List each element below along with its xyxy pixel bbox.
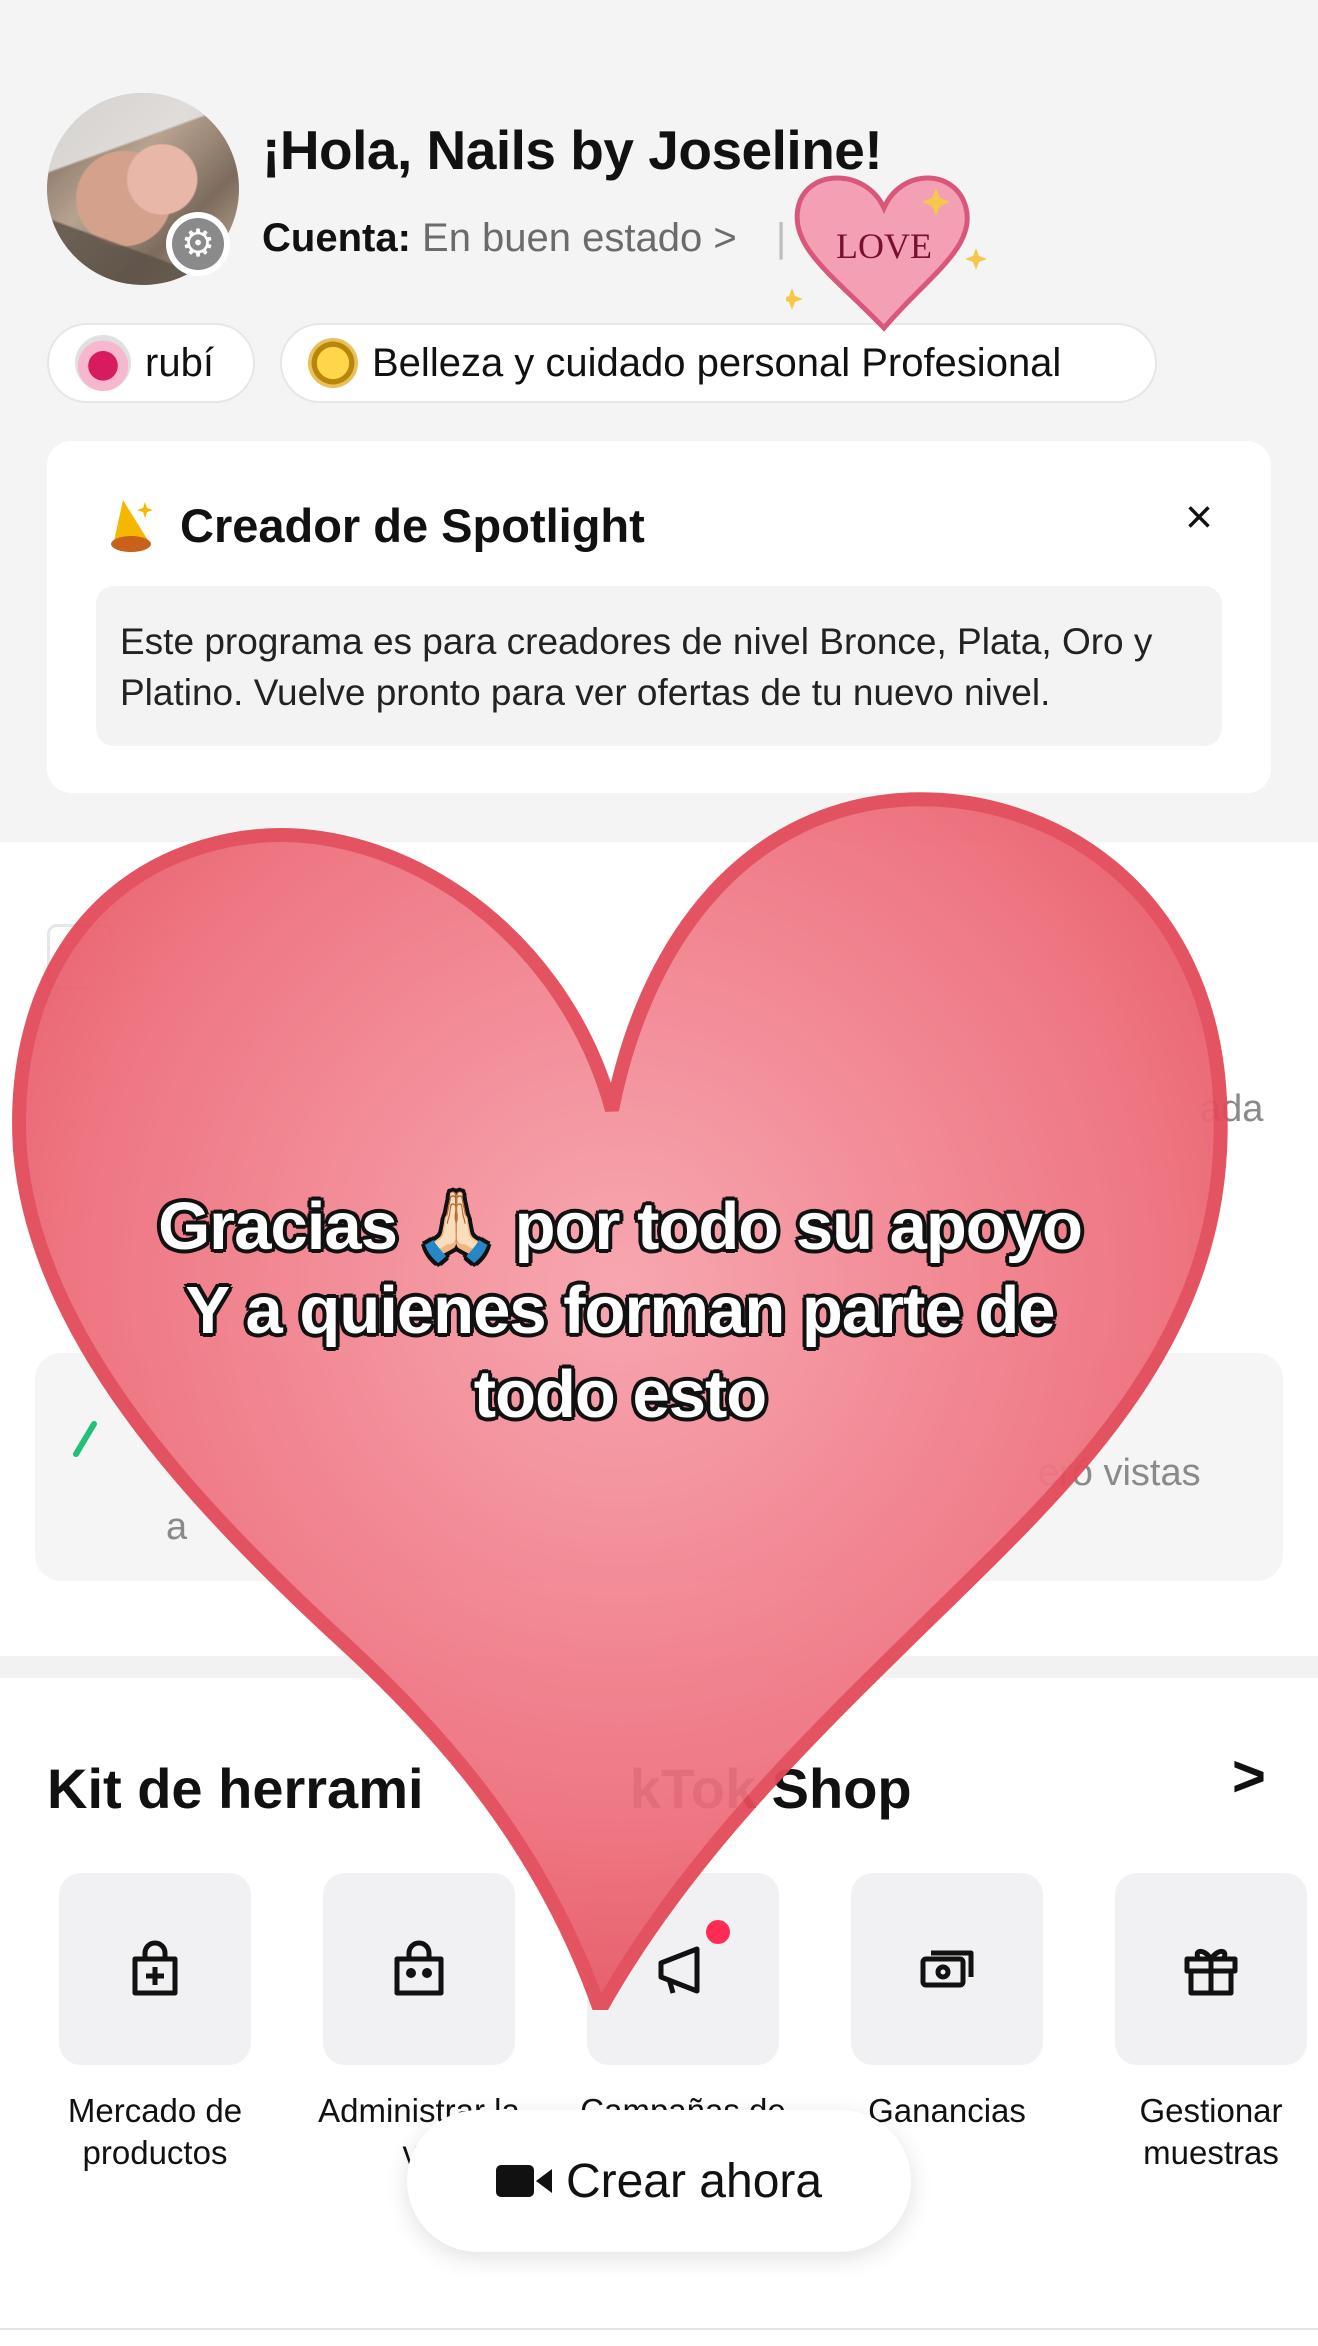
category-label: Belleza y cuidado personal Profesional xyxy=(372,340,1062,385)
spotlight-title: Creador de Spotlight xyxy=(180,499,645,552)
bottom-nav-border xyxy=(0,2328,1318,2330)
spotlight-message: Este programa es para creadores de nivel… xyxy=(96,586,1222,746)
overlay-caption: Gracias 🙏🏻 por todo su apoyo Y a quienes… xyxy=(158,1189,1083,1432)
video-camera-icon xyxy=(495,2165,552,2197)
gear-icon: ⚙ xyxy=(172,218,224,270)
category-badge[interactable]: Belleza y cuidado personal Profesional xyxy=(280,323,1157,403)
settings-button[interactable]: ⚙ xyxy=(166,212,230,276)
ruby-icon xyxy=(75,335,131,391)
love-sticker-text: LOVE xyxy=(836,226,932,266)
party-cone-icon xyxy=(111,500,153,552)
create-now-button[interactable]: Crear ahora xyxy=(407,2110,911,2252)
medal-icon xyxy=(308,338,358,388)
love-heart-sticker: LOVE xyxy=(786,175,987,332)
close-icon[interactable]: × xyxy=(1185,494,1213,542)
account-status-row[interactable]: Cuenta: En buen estado > | xyxy=(262,216,786,261)
account-status[interactable]: En buen estado xyxy=(422,216,702,260)
tool-label: Mercado de productos xyxy=(67,2092,243,2171)
tier-label: rubí xyxy=(145,340,214,385)
chevron-right-icon: > xyxy=(713,216,737,260)
account-label: Cuenta: xyxy=(262,216,411,260)
separator: | xyxy=(775,216,787,260)
create-now-label: Crear ahora xyxy=(565,2154,823,2208)
tier-badge[interactable]: rubí xyxy=(47,323,255,403)
tool-label: Gestionar muestras xyxy=(1139,2092,1283,2171)
